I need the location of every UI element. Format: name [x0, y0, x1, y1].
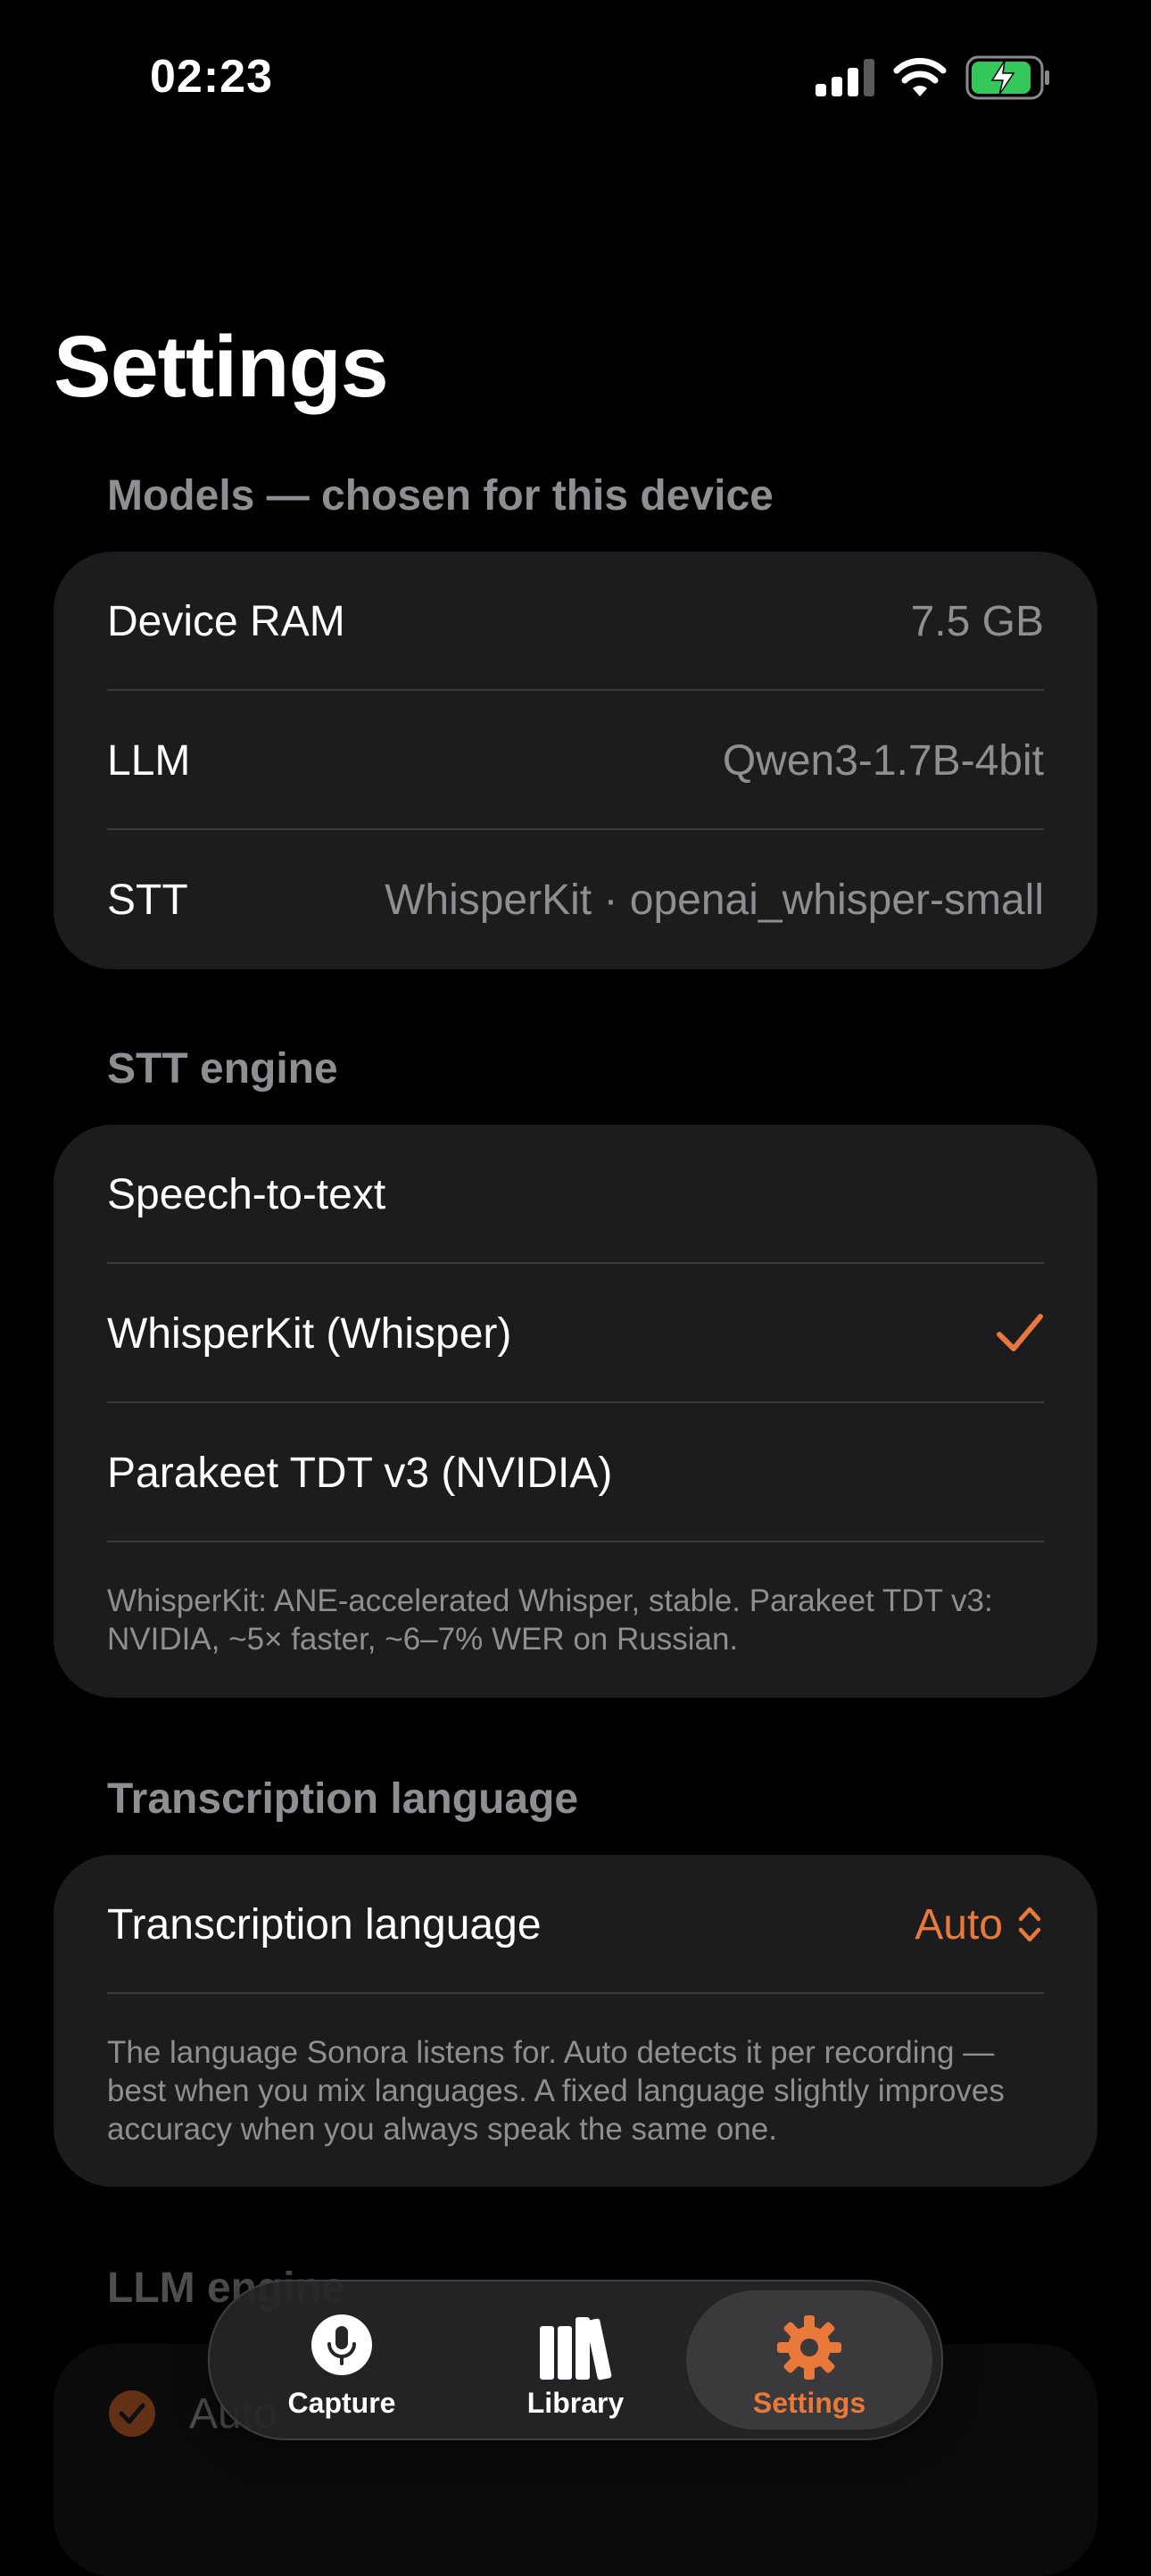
tab-library[interactable]: Library: [452, 2290, 699, 2430]
selected-circle-icon: [109, 2390, 155, 2437]
transcription-language-footnote: The language Sonora listens for. Auto de…: [107, 2035, 1005, 2147]
stt-option-label: WhisperKit (Whisper): [107, 1309, 512, 1358]
status-bar: 02:23: [0, 0, 1151, 152]
tab-library-label: Library: [526, 2387, 625, 2419]
stt-option-whisperkit[interactable]: WhisperKit (Whisper): [107, 1264, 1044, 1403]
stt-engine-card: Speech-to-text WhisperKit (Whisper) Para…: [54, 1125, 1097, 1698]
speech-to-text-label: Speech-to-text: [107, 1170, 386, 1218]
mic-icon: [311, 2314, 372, 2375]
language-selector[interactable]: Auto: [915, 1900, 1044, 1949]
tab-capture[interactable]: Capture: [219, 2290, 465, 2430]
stt-option-label: Parakeet TDT v3 (NVIDIA): [107, 1449, 613, 1497]
tab-settings-label: Settings: [752, 2387, 866, 2419]
device-ram-value: 7.5 GB: [910, 597, 1044, 645]
stt-row: STT WhisperKit · openai_whisper-small: [107, 830, 1044, 969]
llm-label: LLM: [107, 736, 191, 785]
tab-bar: Capture Library Settings: [208, 2280, 943, 2440]
models-card: Device RAM 7.5 GB LLM Qwen3-1.7B-4bit ST…: [54, 552, 1097, 969]
speech-to-text-row: Speech-to-text: [107, 1125, 1044, 1264]
stt-option-parakeet[interactable]: Parakeet TDT v3 (NVIDIA): [107, 1403, 1044, 1542]
transcription-language-section-header: Transcription language: [107, 1775, 579, 1823]
status-time: 02:23: [150, 51, 273, 103]
tab-settings[interactable]: Settings: [686, 2290, 932, 2430]
page-title: Settings: [54, 318, 389, 415]
models-section-header: Models — chosen for this device: [107, 472, 774, 519]
stt-value: WhisperKit · openai_whisper-small: [385, 876, 1044, 924]
tab-capture-label: Capture: [287, 2387, 396, 2419]
transcription-language-label: Transcription language: [107, 1900, 542, 1949]
device-ram-label: Device RAM: [107, 597, 345, 645]
stt-engine-section-header: STT engine: [107, 1045, 338, 1093]
checkmark-icon: [997, 1314, 1043, 1351]
transcription-language-card: Transcription language Auto The language…: [54, 1855, 1097, 2187]
stt-label: STT: [107, 876, 188, 924]
stt-engine-footnote: WhisperKit: ANE-accelerated Whisper, sta…: [107, 1583, 993, 1657]
chevron-up-down-icon: [1018, 1907, 1041, 1942]
transcription-language-picker[interactable]: Transcription language Auto: [107, 1855, 1044, 1994]
books-icon: [540, 2317, 612, 2381]
llm-value: Qwen3-1.7B-4bit: [722, 736, 1044, 785]
battery-charging-icon: [965, 55, 1049, 100]
cellular-signal-icon: [816, 59, 874, 96]
device-ram-row: Device RAM 7.5 GB: [107, 552, 1044, 691]
gear-icon: [777, 2315, 841, 2380]
llm-row: LLM Qwen3-1.7B-4bit: [107, 691, 1044, 830]
wifi-icon: [893, 57, 947, 96]
language-value: Auto: [915, 1900, 1003, 1949]
